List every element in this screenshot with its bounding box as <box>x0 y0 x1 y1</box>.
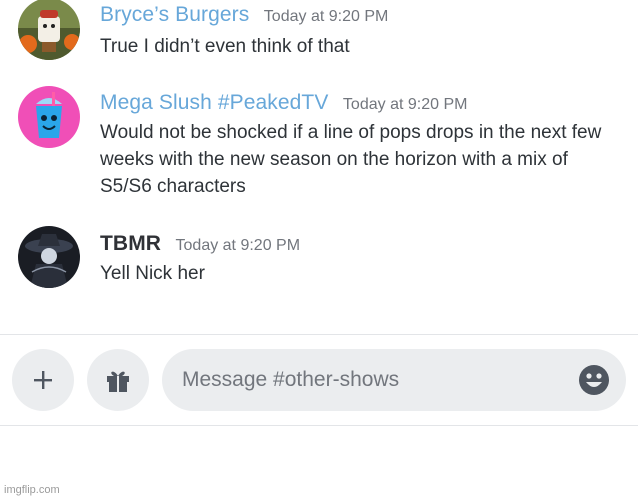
message-text: Would not be shocked if a line of pops d… <box>100 122 602 197</box>
avatar-mega-slush[interactable] <box>18 86 80 148</box>
username-label[interactable]: TBMR <box>100 232 161 255</box>
message-text: True I didn’t even think of that <box>100 36 350 57</box>
message-list: Bryce’s Burgers Today at 9:20 PM True I … <box>0 0 638 334</box>
timestamp-label: Today at 9:20 PM <box>175 237 301 254</box>
dark-hat-figure-avatar-icon <box>18 226 80 288</box>
message-input[interactable]: Message #other-shows <box>162 349 626 411</box>
message-input-placeholder: Message #other-shows <box>182 368 400 391</box>
emoji-smile-icon <box>579 365 609 395</box>
message-composer: Message #other-shows <box>0 335 638 425</box>
avatar-tbmr[interactable] <box>18 226 80 288</box>
gift-button[interactable] <box>87 349 149 411</box>
gift-icon <box>107 371 129 392</box>
message-header: Bryce’s Burgers Today at 9:20 PM <box>100 3 388 27</box>
emoji-button[interactable] <box>578 364 610 396</box>
chat-screen: Bryce’s Burgers Today at 9:20 PM True I … <box>0 0 638 500</box>
burger-character-avatar-icon <box>18 0 80 60</box>
add-attachment-button[interactable] <box>12 349 74 411</box>
timestamp-label: Today at 9:20 PM <box>263 8 389 25</box>
message-header: TBMR Today at 9:20 PM <box>100 232 300 256</box>
bottom-divider <box>0 425 638 426</box>
message-header: Mega Slush #PeakedTV Today at 9:20 PM <box>100 91 467 115</box>
plus-icon <box>34 371 52 389</box>
message-text: Yell Nick her <box>100 263 205 284</box>
username-label[interactable]: Bryce’s Burgers <box>100 3 249 26</box>
timestamp-label: Today at 9:20 PM <box>342 96 468 113</box>
username-label[interactable]: Mega Slush #PeakedTV <box>100 91 328 114</box>
watermark-text: imgflip.com <box>4 484 60 496</box>
blue-slush-cup-avatar-icon <box>18 86 80 148</box>
avatar-bryces-burgers[interactable] <box>18 0 80 60</box>
